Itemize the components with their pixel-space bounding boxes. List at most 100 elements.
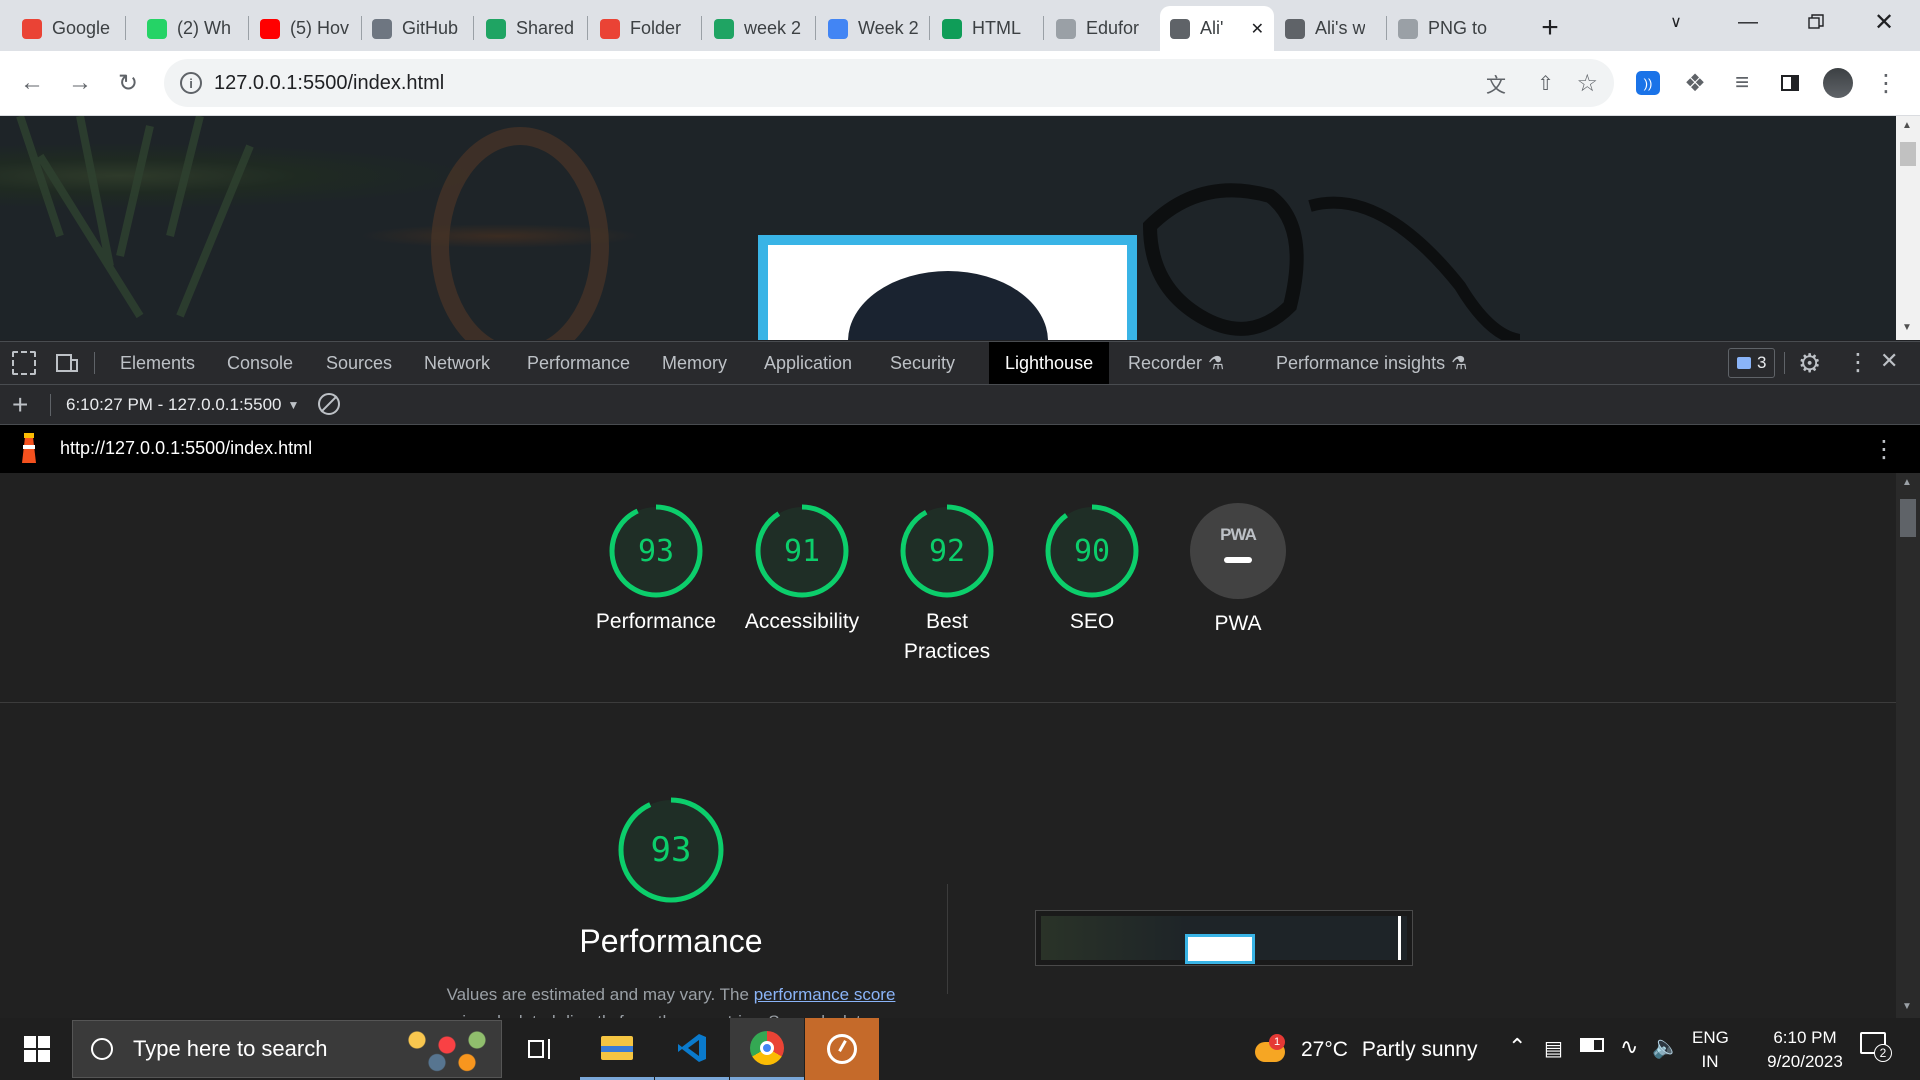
gauge-label: PWA: [1214, 612, 1262, 635]
side-panel-icon[interactable]: [1770, 63, 1810, 103]
new-tab-button[interactable]: +: [1530, 8, 1570, 48]
devtools-close-icon[interactable]: ✕: [1880, 348, 1898, 374]
drive-icon: [486, 18, 506, 39]
divider: [0, 702, 1896, 703]
tab-title: Folder: [630, 18, 682, 38]
site-info-icon[interactable]: i: [180, 72, 202, 94]
extension-icon[interactable]: )): [1628, 63, 1668, 103]
gauge-ring: 90: [1042, 501, 1142, 601]
weather-widget[interactable]: 1 27°C Partly sunny: [1255, 1030, 1477, 1070]
devtools-tab[interactable]: Lighthouse: [989, 342, 1110, 384]
tab-search-icon[interactable]: ∨: [1642, 0, 1710, 44]
bookmark-star-icon[interactable]: ☆: [1576, 69, 1598, 98]
browser-tab[interactable]: PNG to: [1388, 6, 1498, 51]
score-gauge[interactable]: 91 Accessibility: [737, 501, 867, 637]
volume-icon[interactable]: 🔈: [1652, 1034, 1679, 1060]
browser-tab[interactable]: Week 2: [818, 6, 928, 51]
taskbar-search-box[interactable]: Type here to search: [72, 1020, 502, 1078]
devtools-tab[interactable]: Network: [408, 342, 506, 384]
task-view-icon[interactable]: [503, 1018, 577, 1080]
pwa-badge-text: PWA: [1220, 525, 1257, 544]
lighthouse-url[interactable]: http://127.0.0.1:5500/index.html: [60, 438, 312, 459]
file-explorer-icon[interactable]: [580, 1018, 654, 1080]
tab-close-icon[interactable]: ✕: [1251, 19, 1264, 39]
performance-score-link[interactable]: performance score: [754, 985, 896, 1004]
devtools-menu-icon[interactable]: ⋮: [1846, 348, 1870, 377]
score-gauge[interactable]: PWA PWA: [1173, 501, 1303, 639]
language-indicator[interactable]: ENG IN: [1692, 1026, 1729, 1074]
experiment-flask-icon: ⚗: [1208, 352, 1225, 373]
clear-reports-icon[interactable]: [318, 393, 340, 415]
profile-avatar[interactable]: [1818, 63, 1858, 103]
site-icon: [1398, 18, 1418, 39]
share-icon[interactable]: ⇧: [1537, 71, 1554, 96]
show-hidden-icons[interactable]: ⌃: [1508, 1034, 1526, 1060]
devtools-tab[interactable]: Console: [211, 342, 309, 384]
meet-now-icon[interactable]: ▤: [1544, 1036, 1563, 1061]
notification-center-icon[interactable]: 2: [1860, 1032, 1892, 1062]
url-text[interactable]: 127.0.0.1:5500/index.html: [214, 72, 444, 95]
browser-tab[interactable]: week 2: [704, 6, 814, 51]
start-button[interactable]: [0, 1018, 74, 1080]
score-gauge[interactable]: 93 Performance: [591, 501, 721, 637]
gauge-label: Accessibility: [744, 610, 860, 633]
translate-icon[interactable]: 文: [1486, 69, 1506, 98]
wifi-icon[interactable]: ∿: [1620, 1034, 1638, 1060]
extensions-puzzle-icon[interactable]: ❖: [1675, 63, 1715, 103]
restore-icon[interactable]: [1782, 0, 1850, 44]
forward-icon[interactable]: →: [60, 63, 100, 103]
score-gauge[interactable]: 90 SEO: [1027, 501, 1157, 637]
devtools-tab[interactable]: Application: [748, 342, 868, 384]
inspect-element-icon[interactable]: [12, 351, 36, 375]
report-select[interactable]: 6:10:27 PM - 127.0.0.1:5500 ▼: [66, 395, 299, 415]
screenshot-thumbnail[interactable]: [1035, 910, 1413, 966]
lighthouse-report: 93 Performance 91 Accessibility 92 Best Pract…: [0, 473, 1896, 1018]
browser-menu-icon[interactable]: ⋮: [1866, 63, 1906, 103]
battery-icon[interactable]: [1580, 1038, 1604, 1052]
devtools-tab[interactable]: Performance insights ⚗: [1260, 342, 1483, 384]
report-scrollbar-thumb[interactable]: [1900, 499, 1916, 537]
clock[interactable]: 6:10 PM 9/20/2023: [1740, 1026, 1870, 1074]
window-close-icon[interactable]: ✕: [1850, 0, 1918, 44]
page-scrollbar[interactable]: ▲ ▼: [1896, 116, 1920, 340]
devtools-tab[interactable]: Sources: [310, 342, 408, 384]
browser-tab[interactable]: Ali' ✕: [1160, 6, 1274, 51]
new-report-icon[interactable]: +: [12, 389, 28, 421]
devtools-tab[interactable]: Performance: [511, 342, 646, 384]
chrome-icon[interactable]: [730, 1018, 804, 1080]
report-scrollbar[interactable]: ▲ ▼: [1896, 473, 1920, 1018]
device-toolbar-icon[interactable]: [55, 351, 79, 375]
browser-tab[interactable]: Folder: [590, 6, 700, 51]
browser-tab[interactable]: (2) Wh: [137, 6, 247, 51]
media-queue-icon[interactable]: ≡: [1722, 63, 1762, 103]
browser-tab[interactable]: GitHub: [362, 6, 472, 51]
devtools-tab[interactable]: Elements: [104, 342, 211, 384]
devtools-tab[interactable]: Memory: [646, 342, 743, 384]
vscode-icon[interactable]: [655, 1018, 729, 1080]
devtools-tab[interactable]: Security: [874, 342, 971, 384]
glasses-decoration: [1142, 183, 1520, 340]
devtools-settings-icon[interactable]: ⚙: [1798, 348, 1821, 379]
app-icon-orange[interactable]: [805, 1018, 879, 1080]
devtools-tab[interactable]: Recorder ⚗: [1112, 342, 1240, 384]
browser-tab[interactable]: Google: [12, 6, 124, 51]
minimize-icon[interactable]: —: [1714, 0, 1782, 44]
browser-tab[interactable]: HTML: [932, 6, 1042, 51]
page-scrollbar-thumb[interactable]: [1900, 142, 1916, 166]
browser-tab[interactable]: Edufor: [1046, 6, 1156, 51]
performance-main-gauge[interactable]: 93: [617, 796, 725, 904]
reload-icon[interactable]: ↻: [108, 63, 148, 103]
back-icon[interactable]: ←: [12, 63, 52, 103]
score-gauge[interactable]: 92 Best Practices: [882, 501, 1012, 667]
tab-separator: [929, 16, 930, 40]
browser-tab-strip: Google (2) Wh (5) Hov GitHub Shared Folder wee…: [0, 0, 1920, 51]
pwa-dash-icon: [1224, 557, 1252, 563]
address-bar[interactable]: i 127.0.0.1:5500/index.html 文 ⇧ ☆: [164, 59, 1614, 107]
browser-tab[interactable]: Shared: [476, 6, 586, 51]
report-select-value: 6:10:27 PM - 127.0.0.1:5500: [66, 395, 282, 414]
tab-title: Shared: [516, 18, 575, 38]
lighthouse-menu-icon[interactable]: ⋮: [1872, 435, 1896, 464]
issues-badge[interactable]: 3: [1728, 348, 1776, 378]
browser-tab[interactable]: (5) Hov: [250, 6, 360, 51]
browser-tab[interactable]: Ali's w: [1275, 6, 1385, 51]
